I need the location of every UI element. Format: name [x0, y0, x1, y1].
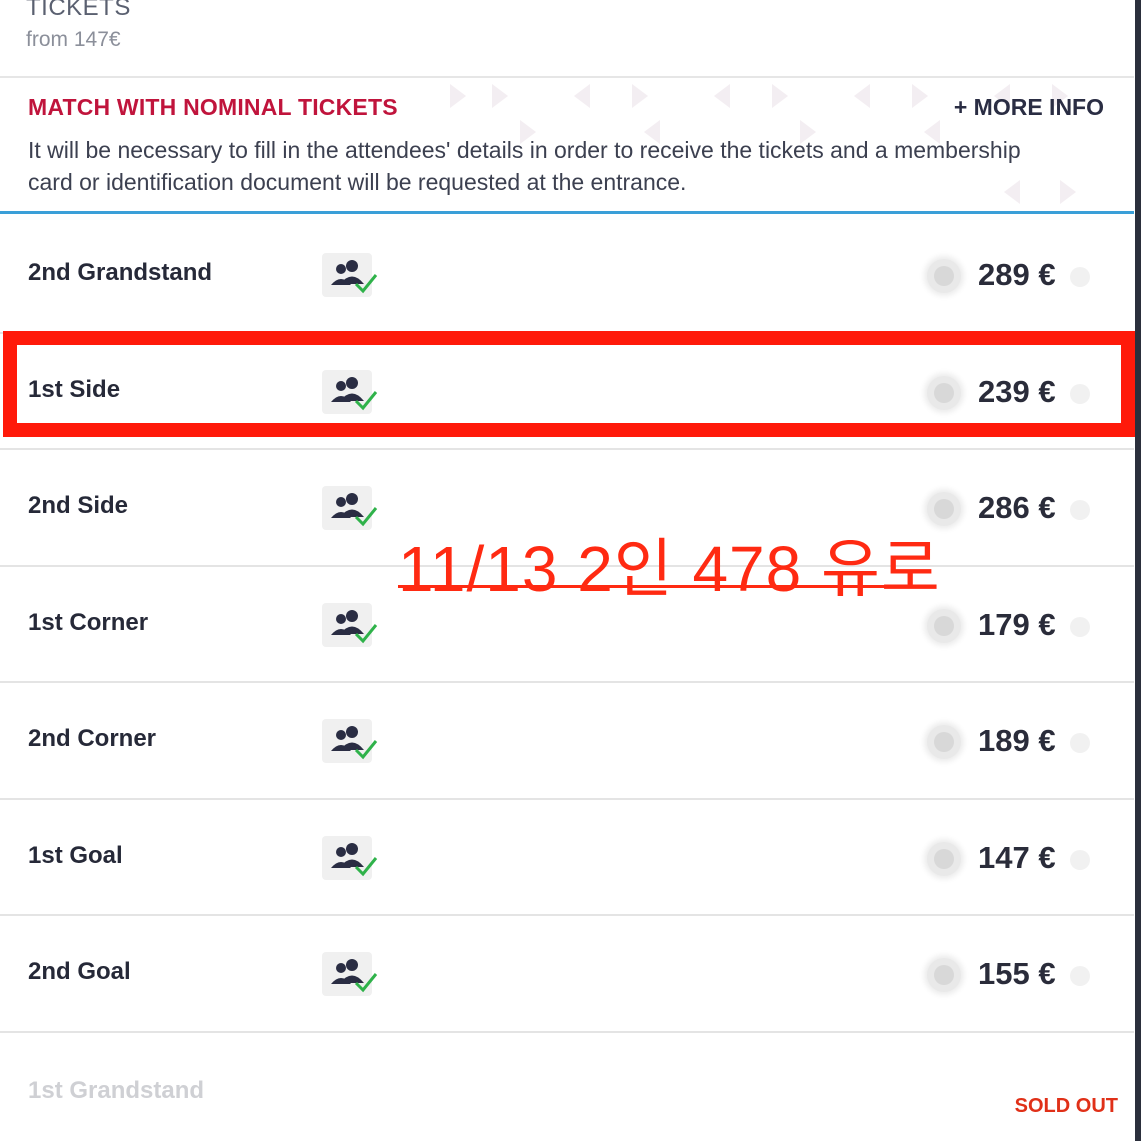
sold-out-badge: SOLD OUT: [1014, 1094, 1118, 1117]
ticket-price: 147 €: [978, 839, 1056, 875]
nominal-ticket-icon: [322, 602, 378, 647]
ticket-radio[interactable]: [927, 375, 961, 410]
nominal-ticket-icon: [322, 719, 378, 763]
ticket-category-name: 1st Grandstand: [28, 1076, 205, 1104]
ticket-row[interactable]: 2nd Grandstand 289 €: [0, 217, 1134, 334]
ticket-row-sold-out: 1st Grandstand SOLD OUT: [0, 1033, 1134, 1141]
tickets-title: TICKETS: [26, 0, 131, 21]
notice-title: MATCH WITH NOMINAL TICKETS: [28, 94, 398, 120]
info-icon[interactable]: [1070, 849, 1090, 870]
ticket-row[interactable]: 2nd Corner 189 €: [0, 683, 1134, 800]
ticket-category-name: 1st Goal: [28, 841, 123, 869]
tickets-header: TICKETS from 147€: [0, 0, 1134, 78]
info-icon[interactable]: [1070, 733, 1090, 753]
ticket-price: 179 €: [978, 606, 1056, 642]
annotation-underline: [398, 585, 936, 588]
ticket-selection-panel: TICKETS from 147€ MATCH WITH NOMINAL TIC…: [0, 0, 1141, 1141]
ticket-radio[interactable]: [927, 958, 961, 992]
nominal-ticket-icon: [322, 369, 378, 414]
scrollbar-edge: [1135, 0, 1141, 1141]
info-icon[interactable]: [1070, 267, 1090, 287]
ticket-price: 155 €: [978, 956, 1056, 991]
ticket-category-name: 2nd Side: [28, 492, 129, 519]
info-icon[interactable]: [1070, 500, 1090, 520]
ticket-price: 239 €: [978, 373, 1056, 409]
nominal-ticket-icon: [322, 253, 378, 297]
ticket-category-list: 2nd Grandstand 289 € 1st Side 239 € 2nd …: [0, 217, 1134, 1141]
ticket-radio[interactable]: [927, 608, 961, 643]
ticket-radio[interactable]: [927, 725, 961, 759]
info-icon[interactable]: [1070, 383, 1090, 404]
notice-text: It will be necessary to fill in the atte…: [28, 137, 1021, 195]
ticket-category-name: 2nd Grandstand: [28, 259, 213, 286]
ticket-category-name: 1st Side: [28, 375, 121, 403]
nominal-tickets-notice: MATCH WITH NOMINAL TICKETS + MORE INFO I…: [0, 80, 1134, 214]
more-info-link[interactable]: + MORE INFO: [954, 94, 1104, 121]
ticket-row[interactable]: 1st Goal 147 €: [0, 800, 1134, 916]
ticket-price: 189 €: [978, 723, 1056, 758]
ticket-price: 286 €: [978, 490, 1056, 525]
ticket-row[interactable]: 2nd Goal 155 €: [0, 916, 1134, 1033]
info-icon[interactable]: [1070, 966, 1090, 986]
ticket-radio[interactable]: [927, 841, 961, 876]
nominal-ticket-icon: [322, 835, 378, 880]
info-icon[interactable]: [1070, 616, 1090, 637]
nominal-ticket-icon: [322, 952, 378, 996]
tickets-from-price: from 147€: [26, 28, 121, 51]
ticket-category-name: 1st Corner: [28, 608, 149, 636]
ticket-category-name: 2nd Goal: [28, 958, 131, 985]
nominal-ticket-icon: [322, 486, 378, 530]
ticket-row[interactable]: 1st Side 239 €: [0, 334, 1134, 450]
ticket-price: 289 €: [978, 257, 1056, 292]
ticket-radio[interactable]: [927, 259, 961, 293]
handwritten-annotation: 11/13 2인 478 유로: [398, 533, 941, 605]
ticket-category-name: 2nd Corner: [28, 725, 157, 752]
